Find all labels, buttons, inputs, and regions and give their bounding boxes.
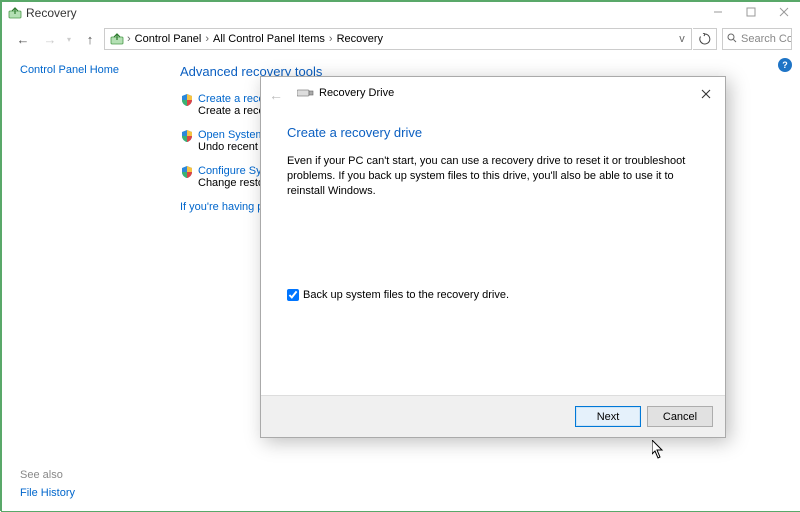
shield-icon	[180, 129, 194, 143]
file-history-link[interactable]: File History	[20, 487, 75, 499]
minimize-button[interactable]	[701, 2, 734, 22]
addressbar: ← → ▾ ↑ › Control Panel › All Control Pa…	[2, 24, 800, 54]
dialog-heading: Create a recovery drive	[287, 125, 699, 140]
breadcrumb-item[interactable]: Control Panel	[131, 33, 206, 45]
backup-checkbox-row[interactable]: Back up system files to the recovery dri…	[287, 289, 699, 301]
dialog-close-button[interactable]	[695, 85, 717, 103]
shield-icon	[180, 93, 194, 107]
breadcrumb-item[interactable]: All Control Panel Items	[209, 33, 329, 45]
search-placeholder: Search Co...	[741, 33, 792, 45]
refresh-button[interactable]	[693, 28, 717, 50]
dialog-text: Even if your PC can't start, you can use…	[287, 154, 699, 199]
nav-back-button[interactable]: ←	[10, 27, 36, 51]
recovery-path-icon	[109, 31, 125, 47]
window-title: Recovery	[26, 6, 77, 20]
backup-checkbox-label: Back up system files to the recovery dri…	[303, 289, 509, 301]
titlebar: Recovery	[2, 2, 800, 24]
dialog-body: Create a recovery drive Even if your PC …	[261, 111, 725, 301]
dialog-titlebar: ← Recovery Drive	[261, 77, 725, 111]
sidebar: Control Panel Home See also File History	[2, 54, 172, 511]
close-button[interactable]	[767, 2, 800, 22]
usb-drive-icon	[297, 87, 313, 99]
breadcrumb[interactable]: › Control Panel › All Control Panel Item…	[104, 28, 692, 50]
next-button[interactable]: Next	[575, 406, 641, 427]
backup-checkbox[interactable]	[287, 289, 299, 301]
search-input[interactable]: Search Co...	[722, 28, 792, 50]
control-panel-home-link[interactable]: Control Panel Home	[20, 64, 172, 76]
recovery-app-icon	[8, 6, 22, 20]
nav-forward-button[interactable]: →	[37, 27, 63, 51]
shield-icon	[180, 165, 194, 179]
breadcrumb-dropdown[interactable]: v	[673, 33, 691, 45]
help-icon[interactable]: ?	[778, 58, 792, 72]
cancel-button[interactable]: Cancel	[647, 406, 713, 427]
maximize-button[interactable]	[734, 2, 767, 22]
dialog-back-button: ←	[269, 87, 283, 103]
dialog-footer: Next Cancel	[261, 395, 725, 437]
nav-recent-dropdown[interactable]: ▾	[64, 27, 76, 51]
search-icon	[727, 33, 737, 46]
recovery-drive-dialog: ← Recovery Drive Create a recovery drive…	[260, 76, 726, 438]
nav-up-button[interactable]: ↑	[77, 27, 103, 51]
breadcrumb-item[interactable]: Recovery	[333, 33, 387, 45]
dialog-title: Recovery Drive	[319, 87, 394, 99]
see-also-label: See also	[20, 469, 63, 481]
